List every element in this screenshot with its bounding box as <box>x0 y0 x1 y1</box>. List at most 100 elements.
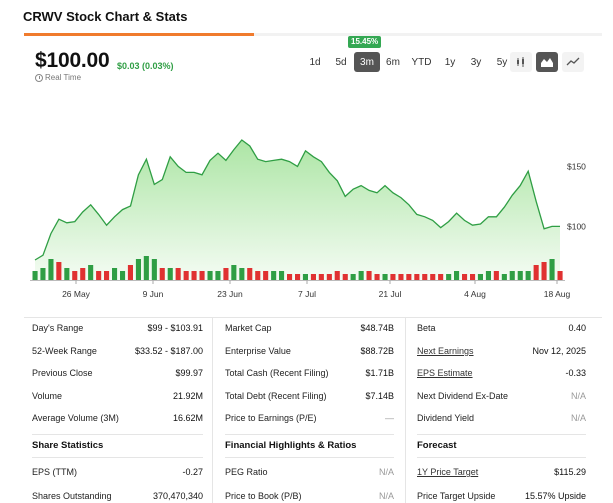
stat-label: 52-Week Range <box>32 345 97 356</box>
volume-bar <box>334 271 340 280</box>
volume-bar <box>271 271 277 280</box>
x-tick-label: 21 Jul <box>379 289 402 299</box>
volume-bar <box>207 271 213 280</box>
stat-label: EPS (TTM) <box>32 467 77 477</box>
volume-bar <box>279 271 285 280</box>
volume-bar <box>390 274 396 280</box>
section-divider <box>32 434 203 435</box>
volume-bar <box>104 271 110 280</box>
range-5d-button[interactable]: 5d <box>328 52 354 72</box>
stat-row: Day's Range $99 - $103.91 <box>32 317 203 339</box>
stat-row: Average Volume (3M) 16.62M <box>32 407 203 429</box>
volume-bar <box>406 274 412 280</box>
range-3m-button[interactable]: 3m <box>354 52 380 72</box>
x-tick-label: 26 May <box>62 289 91 299</box>
mountain-chart-icon <box>541 58 553 67</box>
stat-row: Previous Close $99.97 <box>32 362 203 384</box>
stats-col-divider-1 <box>212 317 213 503</box>
range-change-badge: 15.45% <box>348 36 382 48</box>
mountain-chart-button[interactable] <box>536 52 558 72</box>
stat-row: Volume 21.92M <box>32 385 203 407</box>
section-heading: Financial Highlights & Ratios <box>225 440 357 451</box>
volume-bar <box>446 274 452 280</box>
stat-row: Beta 0.40 <box>417 317 586 339</box>
stat-row: Dividend Yield N/A <box>417 407 586 429</box>
stat-label: Volume <box>32 390 63 401</box>
stat-row: Next Dividend Ex-Date N/A <box>417 385 586 407</box>
volume-bar <box>318 274 324 280</box>
x-tick-label: 7 Jul <box>298 289 316 299</box>
candlestick-button[interactable] <box>510 52 532 72</box>
stat-label[interactable]: Next Earnings <box>417 346 474 356</box>
stat-value: N/A <box>378 467 394 477</box>
volume-bar <box>255 271 261 280</box>
stat-label[interactable]: 1Y Price Target <box>417 467 478 477</box>
volume-bar <box>517 271 523 280</box>
x-tick-label: 9 Jun <box>143 289 164 299</box>
stat-value: N/A <box>570 390 586 401</box>
volume-bar <box>493 271 499 280</box>
volume-bar <box>72 271 78 280</box>
volume-bar <box>533 265 539 280</box>
volume-bar <box>462 274 468 280</box>
volume-bar <box>501 274 507 280</box>
section-divider <box>417 434 586 435</box>
range-1y-button[interactable]: 1y <box>437 52 463 72</box>
stat-label: Shares Outstanding <box>32 491 112 501</box>
stat-label: PEG Ratio <box>225 467 268 477</box>
volume-bar <box>199 271 205 280</box>
stat-value: 21.92M <box>172 390 203 401</box>
volume-bar <box>366 271 372 280</box>
stat-value: 370,470,340 <box>152 491 203 501</box>
volume-bar <box>48 259 54 280</box>
stat-label: Total Debt (Recent Filing) <box>225 390 327 401</box>
stat-row: EPS (TTM) -0.27 <box>32 461 203 483</box>
stat-label[interactable]: EPS Estimate <box>417 368 473 378</box>
volume-bar <box>438 274 444 280</box>
stat-label: Previous Close <box>32 368 93 379</box>
range-1d-button[interactable]: 1d <box>302 52 328 72</box>
current-price: $100.00 <box>35 49 110 72</box>
stat-value: -0.27 <box>182 467 203 477</box>
page-title: CRWV Stock Chart & Stats <box>23 9 188 24</box>
volume-bar <box>143 256 149 280</box>
volume-bar <box>88 265 94 280</box>
volume-bar <box>557 271 563 280</box>
volume-bar <box>525 271 531 280</box>
volume-bar <box>398 274 404 280</box>
volume-bar <box>56 262 62 280</box>
price-chart[interactable]: $150 $100 26 May 9 Jun 23 Jun 7 Jul 21 Jul 4 Au… <box>0 100 613 305</box>
volume-bar <box>414 274 420 280</box>
y-tick-label: $150 <box>567 161 586 171</box>
realtime-label: Real Time <box>45 73 82 82</box>
volume-bar <box>127 265 133 280</box>
section-heading-divider <box>417 457 586 458</box>
stat-value: $115.29 <box>554 467 586 477</box>
volume-bar <box>263 271 269 280</box>
range-3y-button[interactable]: 3y <box>463 52 489 72</box>
range-6m-button[interactable]: 6m <box>380 52 406 72</box>
stat-row: Shares Outstanding 370,470,340 <box>32 485 203 503</box>
x-tick-label: 18 Aug <box>544 289 571 299</box>
volume-bar <box>374 274 380 280</box>
stat-value: Nov 12, 2025 <box>532 345 586 356</box>
line-chart-icon <box>566 57 580 66</box>
volume-bar <box>151 259 157 280</box>
stat-row: Market Cap $48.74B <box>225 317 394 339</box>
stat-row: PEG Ratio N/A <box>225 461 394 483</box>
line-chart-button[interactable] <box>562 52 584 72</box>
stat-value: $99 - $103.91 <box>147 323 203 333</box>
stat-row: Total Debt (Recent Filing) $7.14B <box>225 385 394 407</box>
stat-value: 15.57% Upside <box>524 491 586 501</box>
section-heading-divider <box>225 457 394 458</box>
volume-bar <box>485 271 491 280</box>
volume-bar <box>120 271 126 280</box>
range-ytd-button[interactable]: YTD <box>406 52 437 72</box>
volume-bar <box>80 268 86 280</box>
stat-value: 0.40 <box>568 323 586 333</box>
section-divider <box>225 434 394 435</box>
volume-bar <box>183 271 189 280</box>
volume-bar <box>191 271 197 280</box>
stat-value: — <box>385 413 394 424</box>
volume-bar <box>287 274 293 280</box>
